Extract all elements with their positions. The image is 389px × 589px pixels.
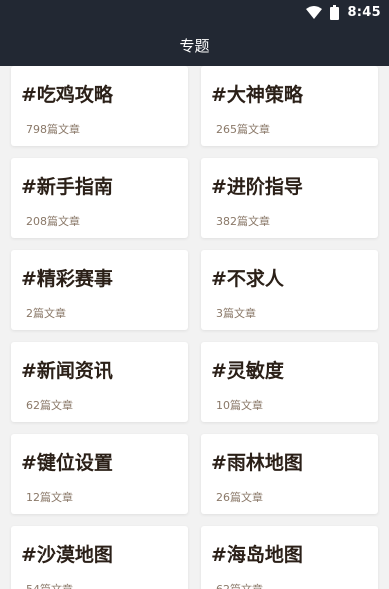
status-bar: 8:45 xyxy=(0,0,389,24)
topic-article-count: 3篇文章 xyxy=(216,307,256,320)
topic-title: #进阶指导 xyxy=(211,176,303,198)
battery-icon xyxy=(330,4,340,20)
topic-article-count: 2篇文章 xyxy=(26,307,66,320)
status-icons: 8:45 xyxy=(306,3,381,21)
topic-title: #不求人 xyxy=(211,268,284,290)
topic-article-count: 265篇文章 xyxy=(216,123,270,136)
topic-card[interactable]: #新手指南 208篇文章 xyxy=(11,158,188,238)
topic-card[interactable]: #不求人 3篇文章 xyxy=(201,250,378,330)
topic-title: #吃鸡攻略 xyxy=(21,84,113,106)
topic-card[interactable]: #雨林地图 26篇文章 xyxy=(201,434,378,514)
topic-card[interactable]: #精彩赛事 2篇文章 xyxy=(11,250,188,330)
topic-title: #大神策略 xyxy=(211,84,303,106)
topic-card[interactable]: #沙漠地图 54篇文章 xyxy=(11,526,188,589)
topic-title: #键位设置 xyxy=(21,452,113,474)
topic-card[interactable]: #进阶指导 382篇文章 xyxy=(201,158,378,238)
topic-title: #精彩赛事 xyxy=(21,268,113,290)
topic-article-count: 382篇文章 xyxy=(216,215,270,228)
topic-title: #海岛地图 xyxy=(211,544,303,566)
topic-article-count: 12篇文章 xyxy=(26,491,73,504)
topic-title: #雨林地图 xyxy=(211,452,303,474)
topic-article-count: 208篇文章 xyxy=(26,215,80,228)
topic-grid[interactable]: #吃鸡攻略 798篇文章 #大神策略 265篇文章 #新手指南 208篇文章 #… xyxy=(0,66,389,589)
topic-card[interactable]: #灵敏度 10篇文章 xyxy=(201,342,378,422)
topic-card[interactable]: #键位设置 12篇文章 xyxy=(11,434,188,514)
topic-article-count: 62篇文章 xyxy=(216,581,263,589)
topic-article-count: 10篇文章 xyxy=(216,399,263,412)
topic-card[interactable]: #新闻资讯 62篇文章 xyxy=(11,342,188,422)
app-bar: 专题 xyxy=(0,24,389,66)
topic-article-count: 26篇文章 xyxy=(216,491,263,504)
topic-article-count: 54篇文章 xyxy=(26,581,73,589)
topic-title: #新闻资讯 xyxy=(21,360,113,382)
topic-article-count: 62篇文章 xyxy=(26,399,73,412)
topic-title: #沙漠地图 xyxy=(21,544,113,566)
topic-title: #灵敏度 xyxy=(211,360,284,382)
topic-title: #新手指南 xyxy=(21,176,113,198)
wifi-icon xyxy=(306,5,323,19)
topic-card[interactable]: #大神策略 265篇文章 xyxy=(201,66,378,146)
topic-card[interactable]: #海岛地图 62篇文章 xyxy=(201,526,378,589)
status-time: 8:45 xyxy=(347,4,381,20)
page-title: 专题 xyxy=(179,36,210,55)
topic-card[interactable]: #吃鸡攻略 798篇文章 xyxy=(11,66,188,146)
topic-article-count: 798篇文章 xyxy=(26,123,80,136)
